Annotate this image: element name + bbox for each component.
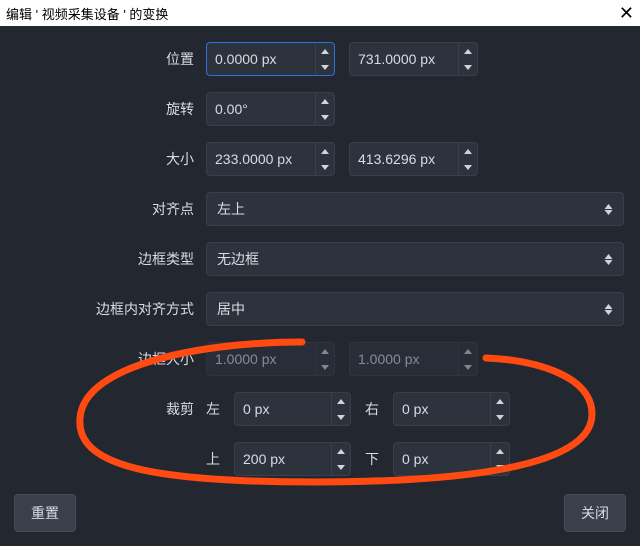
select-bbox-align-value: 居中 — [217, 299, 245, 319]
chevron-up-icon[interactable] — [459, 143, 477, 159]
row-crop-tb: 上 下 — [16, 442, 624, 476]
input-position-x[interactable] — [206, 42, 335, 76]
row-bbox-align: 边框内对齐方式 居中 — [16, 292, 624, 326]
title-bar: 编辑 ' 视频采集设备 ' 的变换 ✕ — [0, 0, 640, 26]
label-rotation: 旋转 — [16, 99, 206, 119]
input-bbox-size-h-field — [350, 351, 458, 367]
footer: 重置 关闭 — [0, 484, 640, 546]
row-size: 大小 — [16, 142, 624, 176]
select-bbox-type-value: 无边框 — [217, 249, 259, 269]
label-bbox-size: 边框大小 — [16, 349, 206, 369]
chevron-down-icon[interactable] — [316, 109, 334, 125]
input-bbox-size-w-field — [207, 351, 315, 367]
chevron-up-icon[interactable] — [459, 43, 477, 59]
row-bbox-type: 边框类型 无边框 — [16, 242, 624, 276]
input-size-w-field[interactable] — [207, 151, 315, 167]
chevron-up-icon[interactable] — [332, 393, 350, 409]
select-alignment-value: 左上 — [217, 199, 245, 219]
chevron-down-icon[interactable] — [459, 59, 477, 75]
stepper-crop-bottom[interactable] — [490, 443, 509, 475]
input-size-h[interactable] — [349, 142, 478, 176]
input-crop-top[interactable] — [234, 442, 351, 476]
chevron-up-icon[interactable] — [491, 443, 509, 459]
chevron-down-icon[interactable] — [491, 409, 509, 425]
stepper-crop-left[interactable] — [331, 393, 350, 425]
input-bbox-size-w — [206, 342, 335, 376]
stepper-bbox-size-h — [458, 343, 477, 375]
chevron-up-icon[interactable] — [316, 93, 334, 109]
input-crop-left[interactable] — [234, 392, 351, 426]
chevron-up-icon — [459, 343, 477, 359]
input-crop-right[interactable] — [393, 392, 510, 426]
label-right: 右 — [365, 399, 379, 419]
updown-icon — [604, 304, 613, 315]
label-bottom: 下 — [365, 449, 379, 469]
input-crop-left-field[interactable] — [235, 401, 331, 417]
stepper-rotation[interactable] — [315, 93, 334, 125]
input-position-x-field[interactable] — [207, 51, 315, 67]
chevron-up-icon[interactable] — [316, 43, 334, 59]
chevron-up-icon[interactable] — [316, 143, 334, 159]
updown-icon — [604, 254, 613, 265]
chevron-up-icon[interactable] — [332, 443, 350, 459]
chevron-down-icon — [459, 359, 477, 375]
label-alignment: 对齐点 — [16, 199, 206, 219]
row-bbox-size: 边框大小 — [16, 342, 624, 376]
label-position: 位置 — [16, 49, 206, 69]
select-bbox-type[interactable]: 无边框 — [206, 242, 624, 276]
input-position-y-field[interactable] — [350, 51, 458, 67]
chevron-down-icon[interactable] — [491, 459, 509, 475]
close-icon[interactable]: ✕ — [619, 4, 634, 22]
label-crop: 裁剪 — [16, 399, 206, 419]
chevron-down-icon[interactable] — [459, 159, 477, 175]
label-bbox-align: 边框内对齐方式 — [16, 299, 206, 319]
stepper-size-h[interactable] — [458, 143, 477, 175]
chevron-up-icon[interactable] — [491, 393, 509, 409]
label-size: 大小 — [16, 149, 206, 169]
label-top: 上 — [206, 449, 220, 469]
stepper-crop-top[interactable] — [331, 443, 350, 475]
select-alignment[interactable]: 左上 — [206, 192, 624, 226]
input-size-w[interactable] — [206, 142, 335, 176]
close-button[interactable]: 关闭 — [564, 494, 626, 532]
input-rotation[interactable] — [206, 92, 335, 126]
stepper-size-w[interactable] — [315, 143, 334, 175]
row-position: 位置 — [16, 42, 624, 76]
input-crop-top-field[interactable] — [235, 451, 331, 467]
reset-button[interactable]: 重置 — [14, 494, 76, 532]
chevron-down-icon[interactable] — [332, 409, 350, 425]
stepper-crop-right[interactable] — [490, 393, 509, 425]
chevron-up-icon — [316, 343, 334, 359]
row-alignment: 对齐点 左上 — [16, 192, 624, 226]
chevron-down-icon[interactable] — [316, 59, 334, 75]
stepper-bbox-size-w — [315, 343, 334, 375]
input-position-y[interactable] — [349, 42, 478, 76]
stepper-position-y[interactable] — [458, 43, 477, 75]
dialog-title: 编辑 ' 视频采集设备 ' 的变换 — [6, 4, 168, 23]
input-crop-bottom-field[interactable] — [394, 451, 490, 467]
chevron-down-icon[interactable] — [316, 159, 334, 175]
label-left: 左 — [206, 399, 220, 419]
updown-icon — [604, 204, 613, 215]
input-rotation-field[interactable] — [207, 101, 315, 117]
select-bbox-align[interactable]: 居中 — [206, 292, 624, 326]
chevron-down-icon — [316, 359, 334, 375]
label-bbox-type: 边框类型 — [16, 249, 206, 269]
transform-dialog: 编辑 ' 视频采集设备 ' 的变换 ✕ 位置 — [0, 0, 640, 546]
input-crop-right-field[interactable] — [394, 401, 490, 417]
chevron-down-icon[interactable] — [332, 459, 350, 475]
input-crop-bottom[interactable] — [393, 442, 510, 476]
input-size-h-field[interactable] — [350, 151, 458, 167]
stepper-position-x[interactable] — [315, 43, 334, 75]
row-crop-lr: 裁剪 左 右 — [16, 392, 624, 426]
input-bbox-size-h — [349, 342, 478, 376]
row-rotation: 旋转 — [16, 92, 624, 126]
